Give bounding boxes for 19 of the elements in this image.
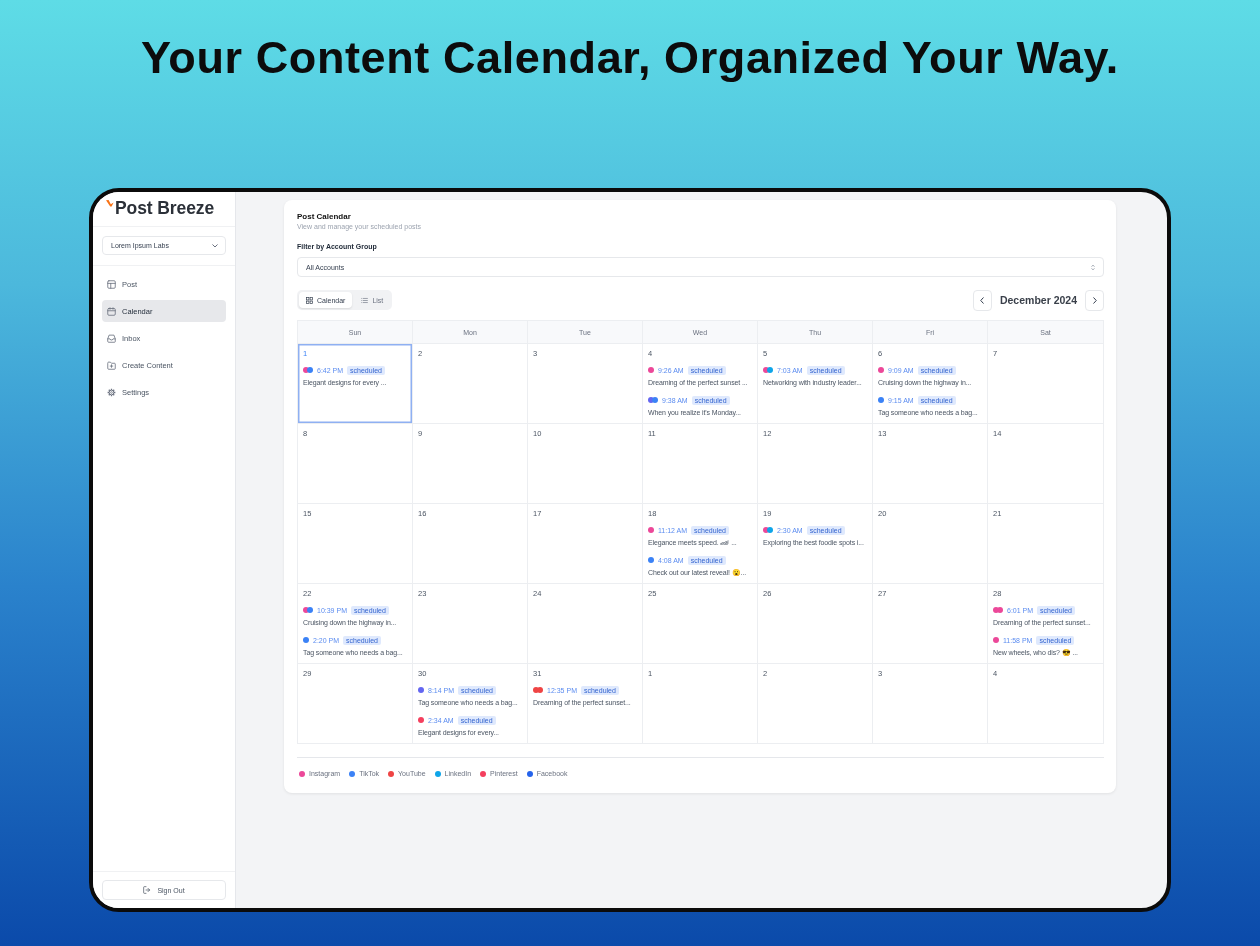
sign-out-icon	[143, 886, 152, 894]
calendar-icon	[107, 306, 116, 316]
folder-plus-icon	[107, 360, 116, 370]
headline: Your Content Calendar, Organized Your Way.	[141, 31, 1119, 85]
next-month-button[interactable]	[1085, 289, 1104, 311]
list-icon	[361, 296, 369, 304]
grid-icon	[306, 296, 313, 304]
inbox-icon	[107, 333, 116, 343]
logo-swoosh-icon	[106, 200, 114, 207]
chevron-right-icon	[1092, 296, 1097, 304]
settings-icon	[107, 387, 116, 397]
updown-chevron-icon	[1091, 263, 1095, 271]
month-label: December 2024	[999, 294, 1077, 306]
chevron-down-icon	[212, 243, 218, 248]
page-title: Post Calendar	[297, 212, 352, 222]
previous-month-button[interactable]	[972, 289, 992, 311]
layout-icon	[107, 279, 116, 289]
chevron-left-icon	[980, 296, 985, 304]
app-logo: Post Breeze	[115, 198, 215, 218]
